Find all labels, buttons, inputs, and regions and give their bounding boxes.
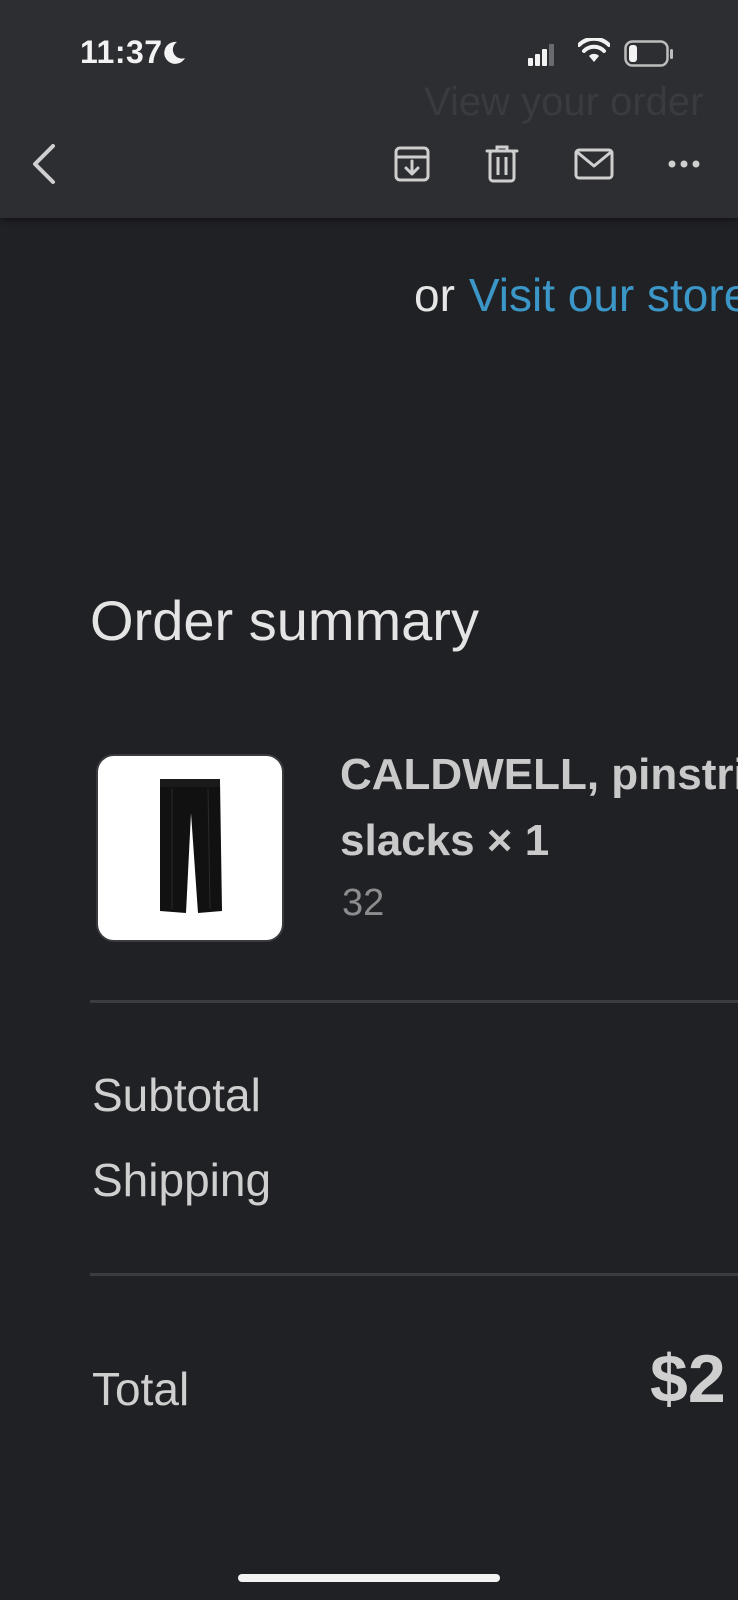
divider [90,1273,738,1276]
subtotal-label: Subtotal [92,1069,261,1121]
back-icon [33,144,55,184]
order-summary-title: Order summary [90,589,479,652]
delete-button[interactable] [478,140,526,188]
top-bar: 11:37 View your order [0,0,738,218]
divider [90,1000,738,1003]
more-options-button[interactable] [660,140,708,188]
archive-icon [394,146,430,182]
mail-icon [574,148,614,180]
trash-icon [485,145,519,183]
status-time: 11:37 [80,34,163,70]
archive-button[interactable] [388,140,436,188]
product-name: CALDWELL, pinstripe slacks × 1 [340,742,738,874]
back-button[interactable] [20,140,68,188]
store-line: or Visit our store [414,268,738,322]
home-indicator[interactable] [238,1574,500,1582]
email-body: or Visit our store Order summary CALDWELL… [0,218,738,1600]
subject-ghost-text: View your order [424,80,704,124]
total-value: $2 [650,1341,726,1417]
moon-icon [164,41,185,64]
wifi-icon [578,38,610,62]
product-name-line1: CALDWELL, pinstripe [340,750,738,799]
battery-icon [624,40,673,67]
visit-store-link[interactable]: Visit our store [469,269,738,321]
product-image [96,754,284,942]
product-name-line2: slacks × 1 [340,816,550,865]
email-screen: 11:37 View your order or Visit our store… [0,0,738,1600]
shipping-label: Shipping [92,1154,272,1206]
cellular-signal-icon [528,44,554,66]
product-variant: 32 [342,882,385,924]
slacks-image [160,779,222,913]
total-label: Total [92,1363,190,1415]
store-prefix: or [414,269,455,321]
mark-unread-button[interactable] [570,140,618,188]
more-icon [668,160,700,168]
